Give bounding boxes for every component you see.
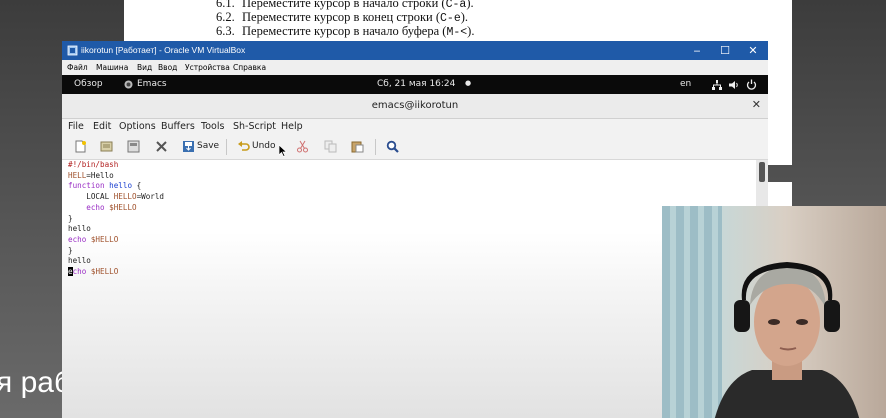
webcam-person	[714, 262, 860, 418]
emacs-close-button[interactable]: ✕	[752, 98, 761, 111]
code-line: hello	[68, 224, 91, 234]
code-line: }	[68, 245, 73, 255]
menu-buffers[interactable]: Buffers	[161, 121, 195, 132]
code-line: HELL=Hello	[68, 170, 114, 180]
toolbar-separator	[226, 139, 227, 155]
power-icon[interactable]	[746, 79, 757, 90]
toolbar-separator-2	[375, 139, 376, 155]
emacs-titlebar: emacs@iikorotun ✕	[62, 94, 768, 119]
activities-button[interactable]: Обзор	[74, 79, 103, 89]
emacs-menubar: File Edit Options Buffers Tools Sh-Scrip…	[62, 119, 768, 135]
menu-tools[interactable]: Tools	[201, 121, 224, 132]
emacs-app-icon	[124, 80, 133, 89]
close-buffer-icon[interactable]	[155, 140, 168, 153]
vbox-menu-input[interactable]: Ввод	[158, 63, 177, 72]
save-button[interactable]: Save	[197, 141, 219, 157]
menu-sh-script[interactable]: Sh-Script	[233, 121, 276, 132]
clock[interactable]: Сб, 21 мая 16:24	[377, 79, 455, 89]
code-line: hello	[68, 256, 91, 266]
copy-icon[interactable]	[324, 140, 337, 153]
vbox-titlebar: iikorotun [Работает] - Oracle VM Virtual…	[62, 41, 768, 60]
cut-icon[interactable]	[296, 140, 309, 153]
search-icon[interactable]	[386, 140, 399, 153]
close-button[interactable]: ✕	[742, 42, 764, 59]
doc-line-3: 6.3. Переместите курсор в начало буфера (…	[216, 24, 475, 39]
vbox-menubar: Файл Машина Вид Ввод Устройства Справка	[62, 60, 768, 76]
new-file-icon[interactable]	[74, 140, 87, 153]
editor-buffer[interactable]: #!/bin/bash HELL=Hello function hello { …	[62, 160, 756, 418]
code-line-current: echo $HELLO	[68, 267, 119, 276]
dired-icon[interactable]	[127, 140, 140, 153]
menu-help[interactable]: Help	[281, 121, 303, 132]
code-line: echo $HELLO	[68, 234, 119, 244]
open-folder-icon[interactable]	[100, 140, 113, 153]
menu-options[interactable]: Options	[119, 121, 156, 132]
virtualbox-icon	[67, 45, 78, 56]
save-icon[interactable]	[182, 140, 195, 153]
undo-button[interactable]: Undo	[252, 141, 276, 157]
menu-edit[interactable]: Edit	[93, 121, 111, 132]
vbox-menu-machine[interactable]: Машина	[96, 63, 128, 72]
minimize-button[interactable]: ‒	[686, 42, 708, 59]
mouse-pointer-icon	[279, 145, 287, 157]
doc-line-2: 6.2. Переместите курсор в конец строки (C…	[216, 10, 469, 25]
menu-file[interactable]: File	[68, 121, 84, 132]
network-icon[interactable]	[712, 80, 722, 90]
vbox-menu-file[interactable]: Файл	[67, 63, 88, 72]
undo-icon[interactable]	[237, 140, 250, 153]
volume-icon[interactable]	[729, 80, 740, 90]
webcam-overlay	[662, 206, 886, 418]
vbox-menu-help[interactable]: Справка	[233, 63, 266, 72]
scrollbar-thumb[interactable]	[759, 162, 765, 182]
vbox-menu-devices[interactable]: Устройства	[185, 63, 230, 72]
emacs-title: emacs@iikorotun	[371, 100, 459, 111]
code-line: function hello {	[68, 181, 142, 191]
maximize-button[interactable]: ☐	[714, 42, 736, 59]
paste-icon[interactable]	[351, 140, 364, 153]
emacs-toolbar: Save Undo	[62, 135, 768, 160]
code-line: }	[68, 213, 73, 223]
code-line: LOCAL HELLO=World	[68, 192, 165, 202]
app-menu[interactable]: Emacs	[137, 79, 167, 89]
code-line: #!/bin/bash	[68, 160, 119, 169]
code-line: echo $HELLO	[68, 202, 137, 212]
gnome-top-bar: Обзор Emacs Сб, 21 мая 16:24 ● en	[62, 75, 768, 94]
vbox-title-text: iikorotun [Работает] - Oracle VM Virtual…	[81, 45, 246, 55]
keyboard-layout[interactable]: en	[680, 79, 691, 89]
notification-dot: ●	[465, 79, 472, 87]
vbox-menu-view[interactable]: Вид	[137, 63, 152, 72]
